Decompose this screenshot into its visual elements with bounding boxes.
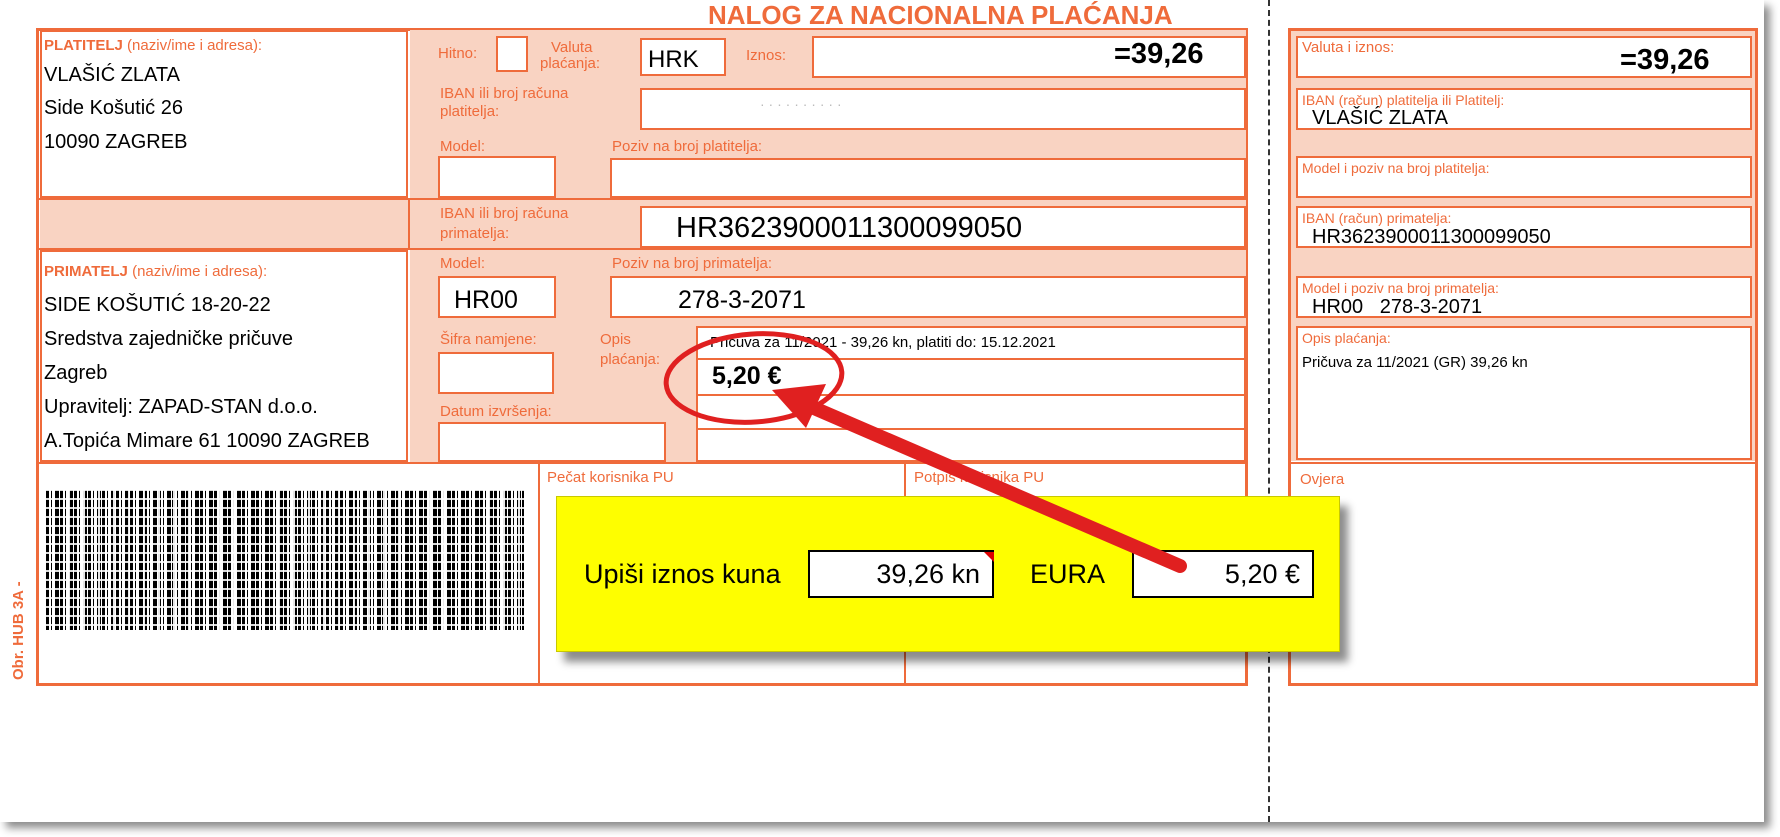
pointer-arrow-shaft	[793, 395, 1187, 573]
annotation-layer	[663, 331, 1187, 573]
document-page: NALOG ZA NACIONALNA PLAĆANJA Obr. HUB 3A…	[0, 0, 1764, 822]
